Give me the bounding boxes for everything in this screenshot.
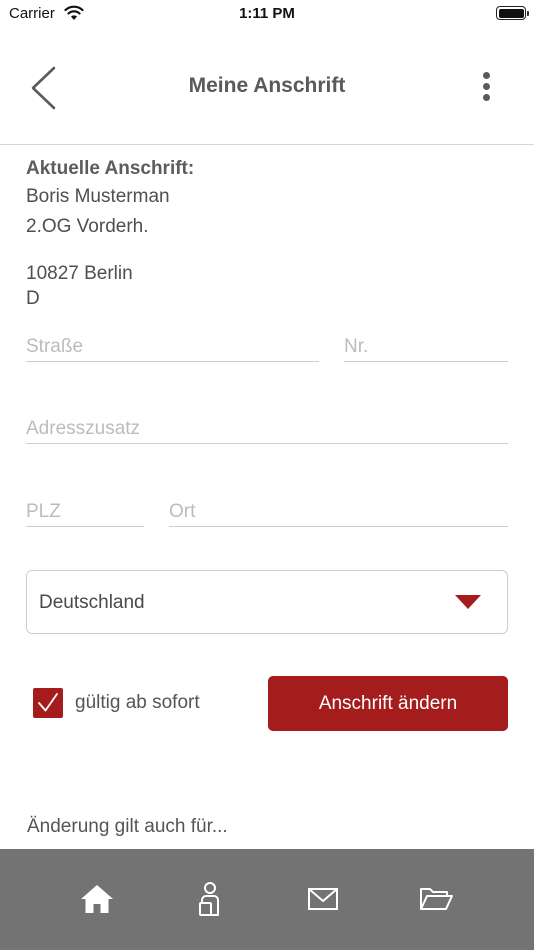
street-input[interactable] (26, 332, 319, 362)
city-input[interactable] (169, 497, 508, 527)
address-name: Boris Musterman (26, 186, 170, 207)
more-options-button[interactable] (470, 70, 504, 104)
address-extra: 2.OG Vorderh. (26, 216, 149, 237)
zip-input[interactable] (26, 497, 144, 527)
also-applies-label[interactable]: Änderung gilt auch für... (27, 816, 228, 838)
documents-tab[interactable] (416, 879, 456, 919)
more-dot-icon (483, 94, 490, 101)
house-number-input[interactable] (344, 332, 508, 362)
country-select[interactable]: Deutschland (26, 570, 508, 634)
current-address-heading: Aktuelle Anschrift: (26, 158, 195, 179)
address-city: 10827 Berlin (26, 263, 133, 284)
more-dot-icon (483, 72, 490, 79)
navigation-bar: Meine Anschrift (0, 44, 534, 145)
status-bar: Carrier 1:11 PM (0, 0, 534, 30)
dropdown-arrow-icon (455, 595, 481, 614)
profile-tab[interactable] (190, 879, 230, 919)
change-address-button[interactable]: Anschrift ändern (268, 676, 508, 731)
mail-tab[interactable] (303, 879, 343, 919)
profile-icon (199, 882, 219, 916)
mail-icon (308, 888, 338, 910)
checkmark-icon (38, 693, 58, 712)
country-select-value: Deutschland (39, 592, 145, 613)
battery-icon (496, 6, 529, 20)
valid-immediately-checkbox[interactable] (33, 688, 63, 718)
home-icon (81, 885, 113, 913)
address-addition-input[interactable] (26, 414, 508, 444)
tab-bar (0, 849, 534, 950)
status-time: 1:11 PM (239, 5, 295, 22)
address-country-code: D (26, 288, 40, 309)
folder-icon (420, 888, 453, 910)
page-title: Meine Anschrift (188, 74, 346, 97)
valid-immediately-label: gültig ab sofort (75, 692, 200, 713)
more-dot-icon (483, 83, 490, 90)
home-tab[interactable] (77, 879, 117, 919)
